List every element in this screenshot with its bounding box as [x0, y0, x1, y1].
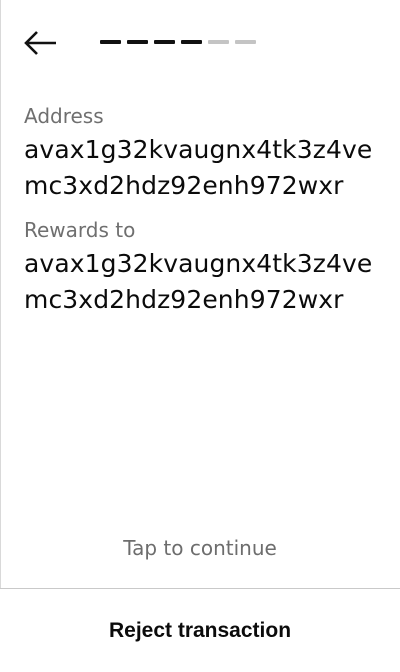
transaction-details: Address avax1g32kvaugnx4tk3z4vemc3xd2hdz… — [24, 100, 384, 318]
progress-indicator — [100, 40, 256, 44]
progress-step — [154, 40, 175, 44]
top-bar — [0, 0, 400, 90]
progress-step — [208, 40, 229, 44]
rewards-to-value: avax1g32kvaugnx4tk3z4vemc3xd2hdz92enh972… — [24, 249, 373, 314]
address-label: Address — [24, 104, 104, 128]
address-value: avax1g32kvaugnx4tk3z4vemc3xd2hdz92enh972… — [24, 135, 373, 200]
reject-transaction-button[interactable]: Reject transaction — [0, 589, 400, 672]
arrow-left-icon — [24, 31, 56, 55]
left-border — [0, 0, 1, 672]
rewards-to-label: Rewards to — [24, 218, 136, 242]
progress-step — [100, 40, 121, 44]
progress-step — [235, 40, 256, 44]
tap-to-continue-button[interactable]: Tap to continue — [0, 532, 400, 564]
back-button[interactable] — [20, 26, 60, 60]
progress-step — [181, 40, 202, 44]
progress-step — [127, 40, 148, 44]
